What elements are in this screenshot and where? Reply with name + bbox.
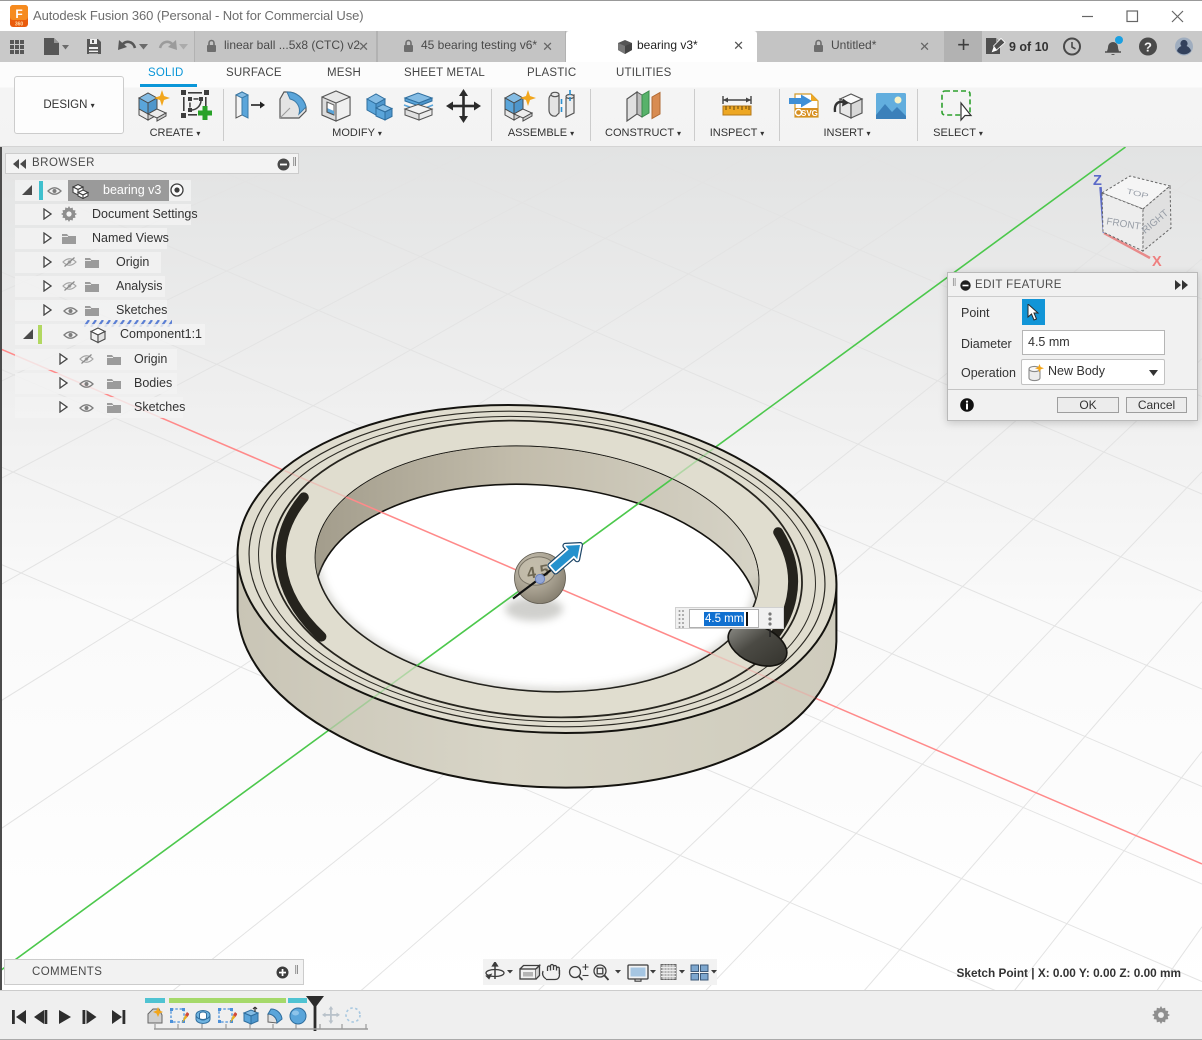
svg-text:F: F (15, 7, 22, 21)
svg-text:X: X (1152, 254, 1162, 270)
svg-text:Z: Z (1093, 173, 1102, 189)
svg-text:SVG: SVG (801, 109, 818, 118)
svg-text:9 of 10: 9 of 10 (1009, 40, 1049, 54)
svg-text:360: 360 (15, 22, 24, 28)
svg-text:?: ? (1144, 40, 1152, 55)
